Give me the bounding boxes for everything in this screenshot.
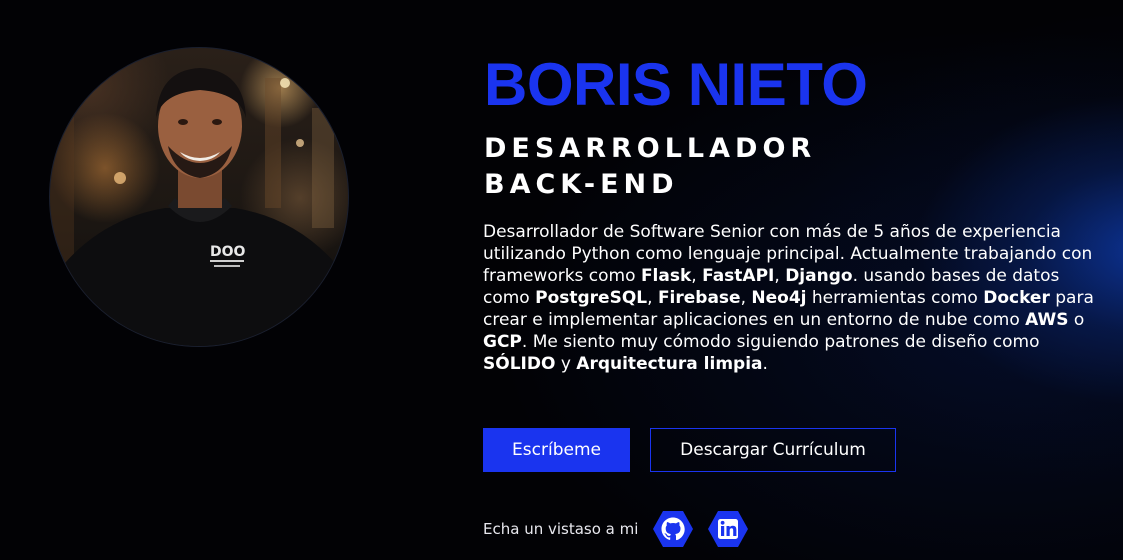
bio-text: , <box>740 288 752 308</box>
bio-text: . Me siento muy cómodo siguiendo patrone… <box>521 332 1040 352</box>
profile-photo: DOO <box>50 48 348 346</box>
bio-highlight-docker: Docker <box>983 288 1050 308</box>
github-icon <box>653 511 693 547</box>
svg-text:DOO: DOO <box>210 244 246 260</box>
social-label: Echa un vistaso a mi <box>483 520 639 538</box>
linkedin-icon <box>708 511 748 547</box>
avatar: DOO <box>49 47 349 347</box>
bio-text: , <box>774 266 786 286</box>
role-line-1: DESARROLLADOR <box>484 133 817 164</box>
role-line-2: BACK-END <box>484 169 679 200</box>
bio-text: , <box>691 266 703 286</box>
bio-highlight-fastapi: FastAPI <box>702 266 775 286</box>
linkedin-link[interactable] <box>708 509 748 549</box>
github-link[interactable] <box>653 509 693 549</box>
bio-highlight-gcp: GCP <box>483 332 522 352</box>
download-resume-button[interactable]: Descargar Currículum <box>650 428 896 472</box>
bio-highlight-aws: AWS <box>1025 310 1069 330</box>
bio-highlight-postgresql: PostgreSQL <box>535 288 648 308</box>
contact-button[interactable]: Escríbeme <box>483 428 630 472</box>
bio-text: . <box>762 354 768 374</box>
bio-highlight-flask: Flask <box>640 266 692 286</box>
bio-text: herramientas como <box>806 288 984 308</box>
bio-highlight-django: Django <box>785 266 853 286</box>
bio-highlight-neo4j: Neo4j <box>751 288 807 308</box>
bio-highlight-clean-architecture: Arquitectura limpia <box>576 354 763 374</box>
bio-highlight-solid: SÓLIDO <box>483 354 556 374</box>
bio-text: , <box>647 288 658 308</box>
profile-role: DESARROLLADOR BACK-END <box>484 131 816 203</box>
bio-text: y <box>555 354 577 374</box>
profile-name: BORIS NIETO <box>484 51 868 118</box>
bio-text: o <box>1068 310 1085 330</box>
bio-paragraph: Desarrollador de Software Senior con más… <box>483 221 1103 375</box>
bio-highlight-firebase: Firebase <box>657 288 741 308</box>
